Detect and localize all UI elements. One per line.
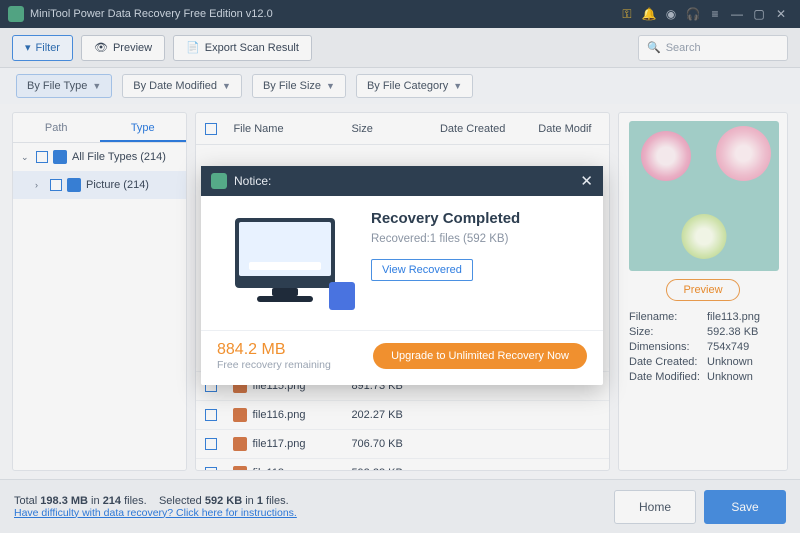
view-recovered-button[interactable]: View Recovered — [371, 259, 473, 281]
modal-illustration — [217, 210, 357, 320]
remaining-amount: 884.2 MB — [217, 341, 331, 359]
remaining-label: Free recovery remaining — [217, 359, 331, 371]
modal-title: Notice: — [234, 174, 271, 188]
modal-logo-icon — [211, 173, 227, 189]
recovery-sub: Recovered:1 files (592 KB) — [371, 233, 520, 245]
upgrade-button[interactable]: Upgrade to Unlimited Recovery Now — [373, 343, 587, 369]
recovery-heading: Recovery Completed — [371, 210, 520, 227]
notice-modal: Notice: ✕ Recovery Completed Recovered:1… — [201, 166, 603, 385]
modal-close-icon[interactable]: ✕ — [580, 172, 593, 190]
